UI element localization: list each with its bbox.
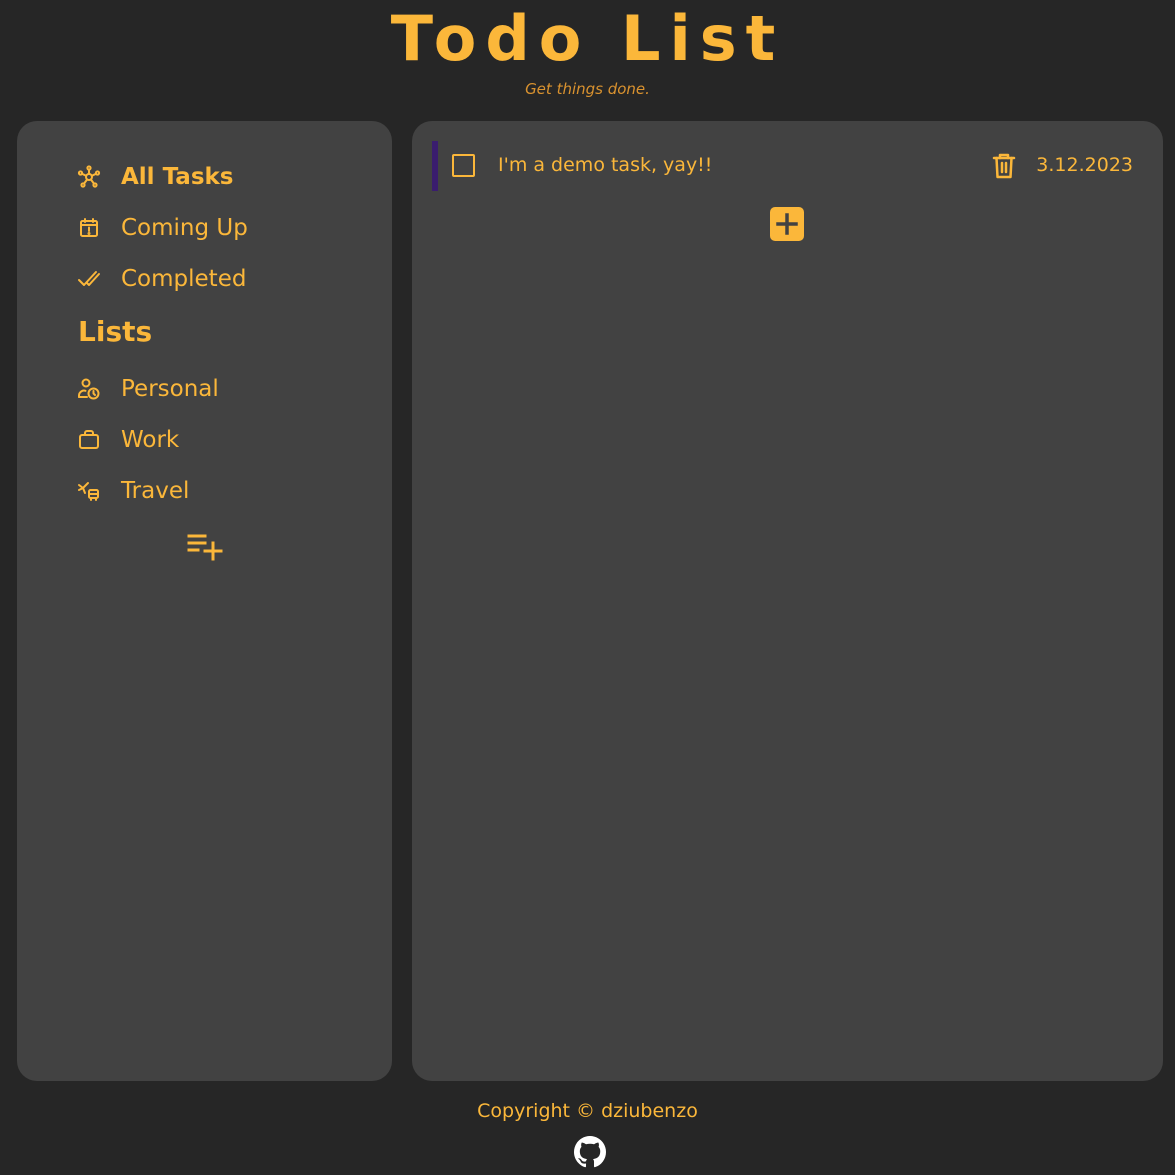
page-title: Todo List [390, 2, 785, 75]
copyright-text: Copyright © dziubenzo [477, 1100, 698, 1122]
trash-icon [992, 153, 1016, 184]
network-icon [77, 165, 101, 189]
playlist-add-icon [187, 532, 223, 566]
task-checkbox[interactable] [452, 154, 475, 177]
nav-label: All Tasks [121, 164, 234, 190]
plus-square-icon [770, 213, 804, 245]
task-date: 3.12.2023 [1036, 154, 1133, 176]
task-item: I'm a demo task, yay!! 3.12.2023 [432, 141, 1143, 191]
briefcase-icon [77, 428, 101, 452]
task-panel: I'm a demo task, yay!! 3.12.2023 [412, 121, 1163, 1081]
task-priority-bar [432, 141, 438, 191]
user-clock-icon [77, 377, 101, 401]
nav-item-all-tasks[interactable]: All Tasks [77, 157, 234, 197]
page-subtitle: Get things done. [525, 80, 650, 98]
plane-bus-icon [77, 479, 101, 503]
nav-label: Completed [121, 266, 247, 292]
list-label: Personal [121, 376, 219, 402]
double-check-icon [77, 267, 101, 291]
sidebar: All Tasks Coming Up Completed Lists Pers… [17, 121, 392, 1081]
add-task-button[interactable] [770, 207, 804, 241]
list-item-personal[interactable]: Personal [77, 369, 219, 409]
nav-label: Coming Up [121, 215, 248, 241]
list-label: Travel [121, 478, 190, 504]
nav-item-coming-up[interactable]: Coming Up [77, 208, 248, 248]
page-header: Todo List Get things done. [0, 0, 1175, 112]
github-icon [574, 1136, 606, 1172]
list-item-work[interactable]: Work [77, 420, 179, 460]
add-list-button[interactable] [185, 531, 225, 567]
calendar-alert-icon [77, 216, 101, 240]
github-link[interactable] [574, 1136, 606, 1168]
task-text[interactable]: I'm a demo task, yay!! [498, 154, 712, 176]
nav-item-completed[interactable]: Completed [77, 259, 246, 299]
delete-task-button[interactable] [992, 152, 1016, 180]
list-label: Work [121, 427, 180, 453]
list-item-travel[interactable]: Travel [77, 471, 189, 511]
lists-heading: Lists [78, 315, 153, 348]
